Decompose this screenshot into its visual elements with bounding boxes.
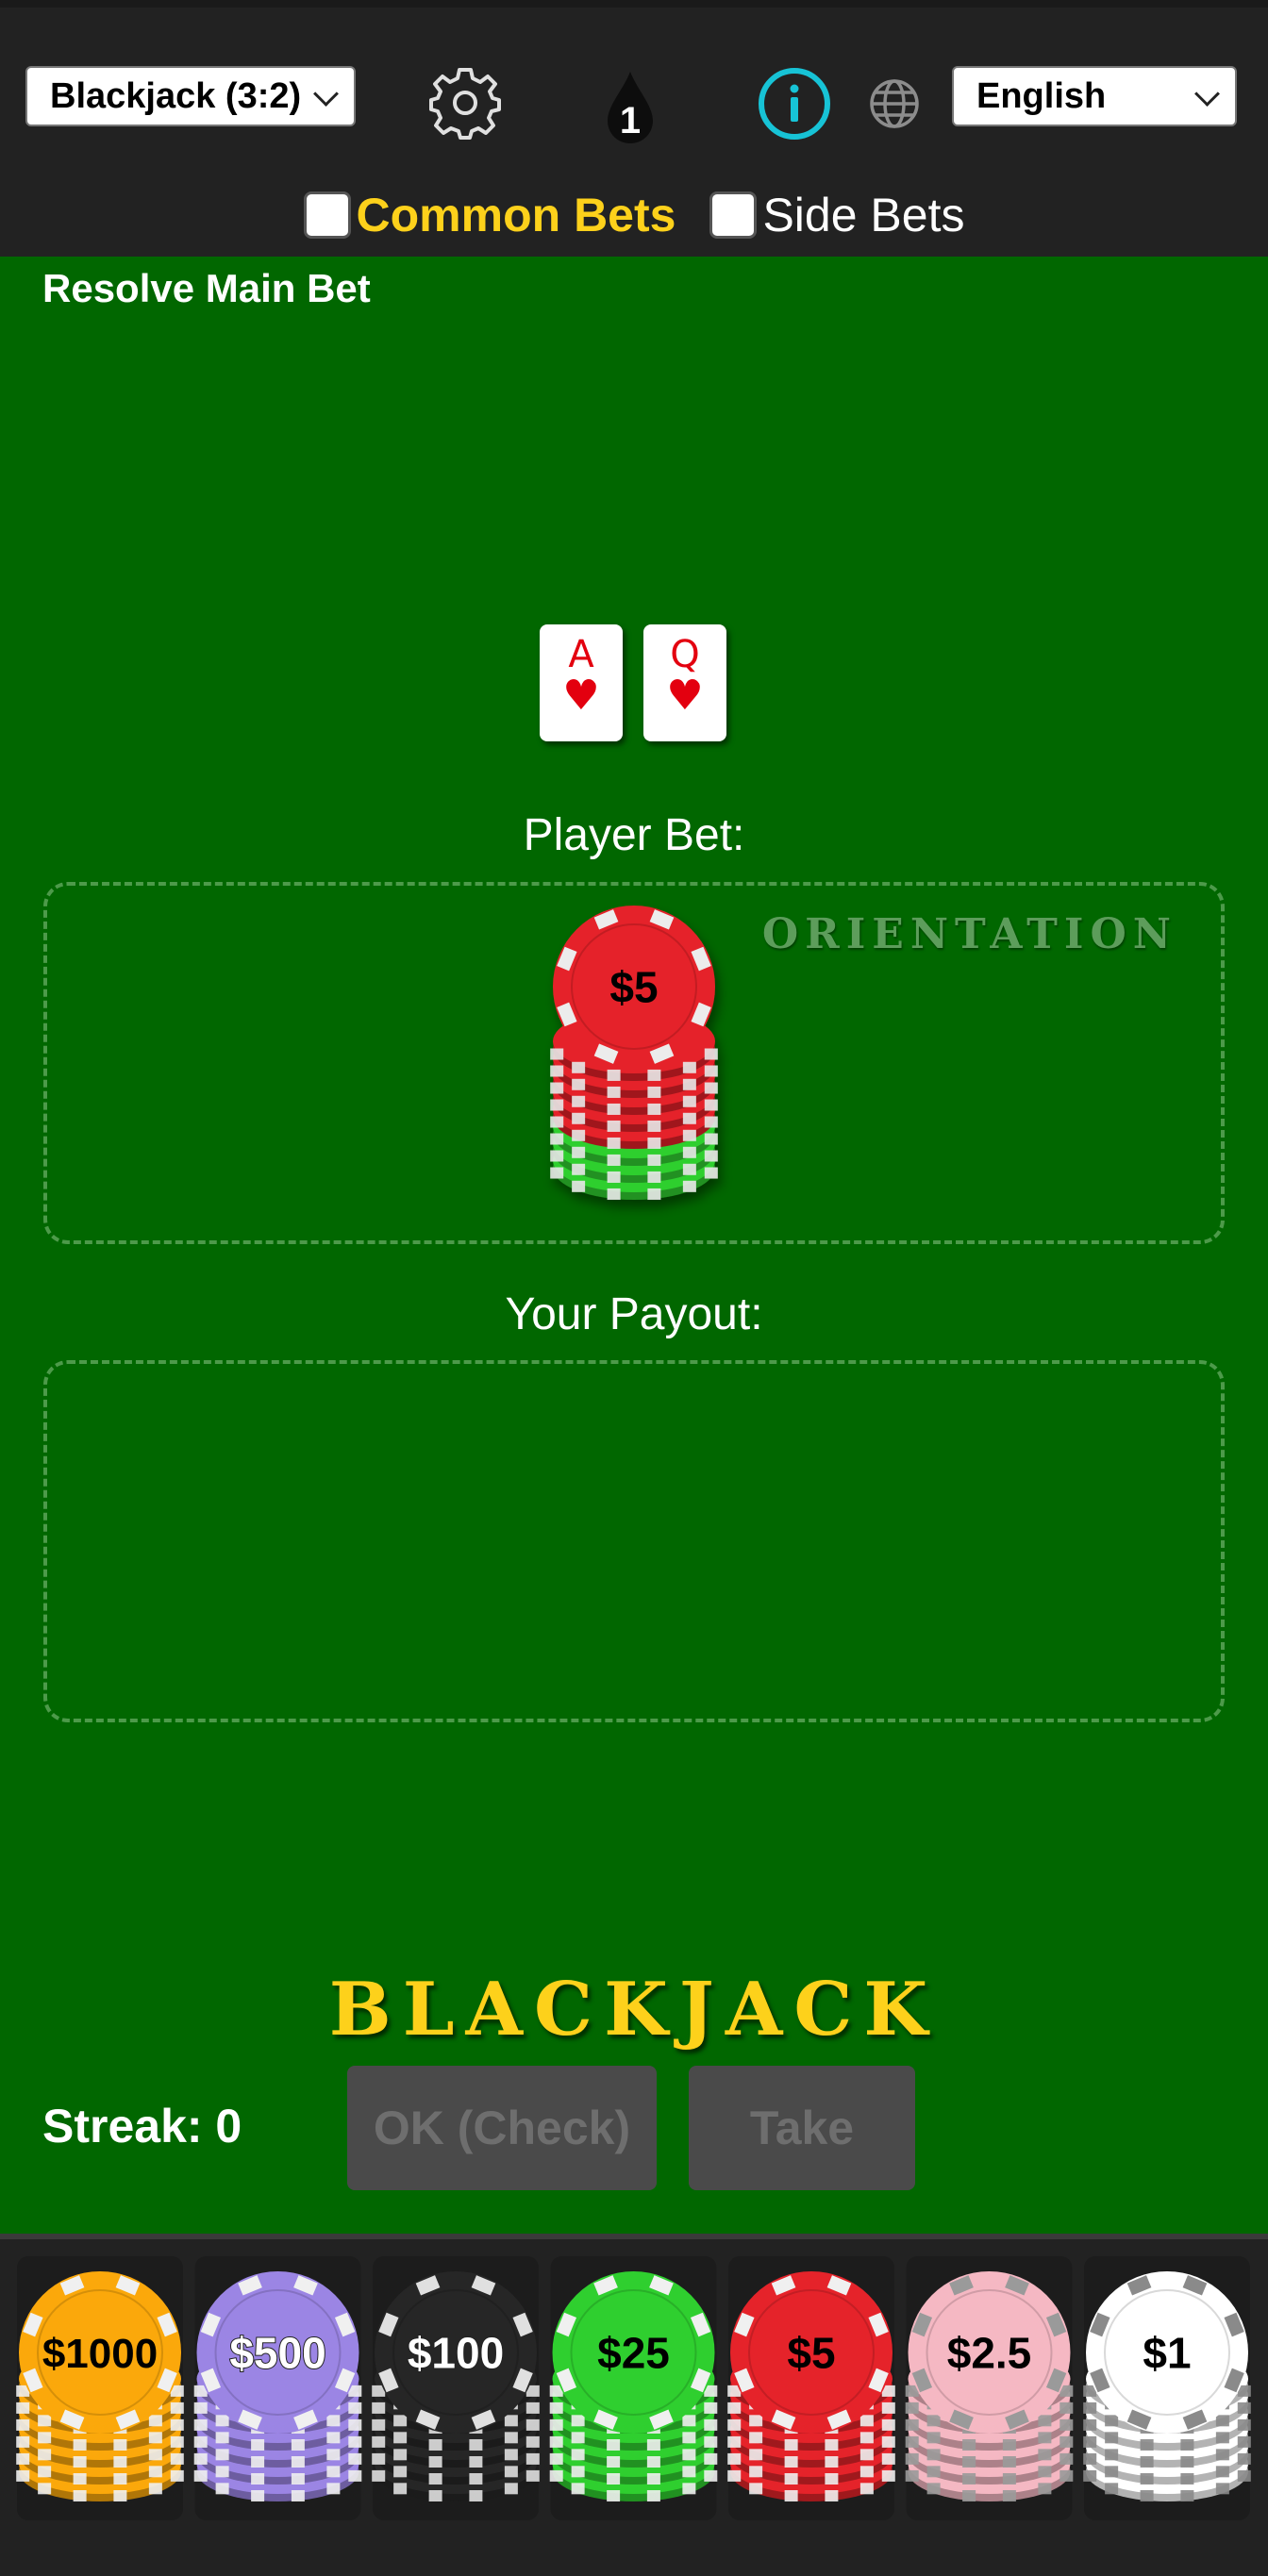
chip-tray-chips: $1000 $500 $100 $25 $5 $2.5 $1 (16, 2256, 1251, 2520)
chip-500[interactable]: $500 (196, 2271, 359, 2434)
chip-button[interactable]: $500 (193, 2256, 362, 2520)
chip-25[interactable]: $2.5 (908, 2271, 1071, 2434)
chip-label: $100 (408, 2329, 504, 2378)
chip-button[interactable]: $5 (727, 2256, 895, 2520)
chip-5[interactable]: $5 (730, 2271, 893, 2434)
chip-1[interactable]: $1 (1086, 2271, 1248, 2434)
chip-label: $1000 (42, 2331, 158, 2377)
chip-button[interactable]: $1 (1083, 2256, 1251, 2520)
chip-label: $25 (597, 2329, 670, 2378)
chip-label: $5 (787, 2329, 835, 2378)
chip-button[interactable]: $1000 (16, 2256, 184, 2520)
chip-100[interactable]: $100 (375, 2271, 537, 2434)
chip-1000[interactable]: $1000 (19, 2271, 181, 2434)
chip-button[interactable]: $25 (549, 2256, 718, 2520)
chip-label: $1 (1143, 2329, 1191, 2378)
chip-button[interactable]: $100 (372, 2256, 540, 2520)
chip-25[interactable]: $25 (552, 2271, 715, 2434)
chip-label: $2.5 (947, 2329, 1032, 2378)
chip-label: $500 (229, 2329, 325, 2378)
chip-button[interactable]: $2.5 (905, 2256, 1074, 2520)
